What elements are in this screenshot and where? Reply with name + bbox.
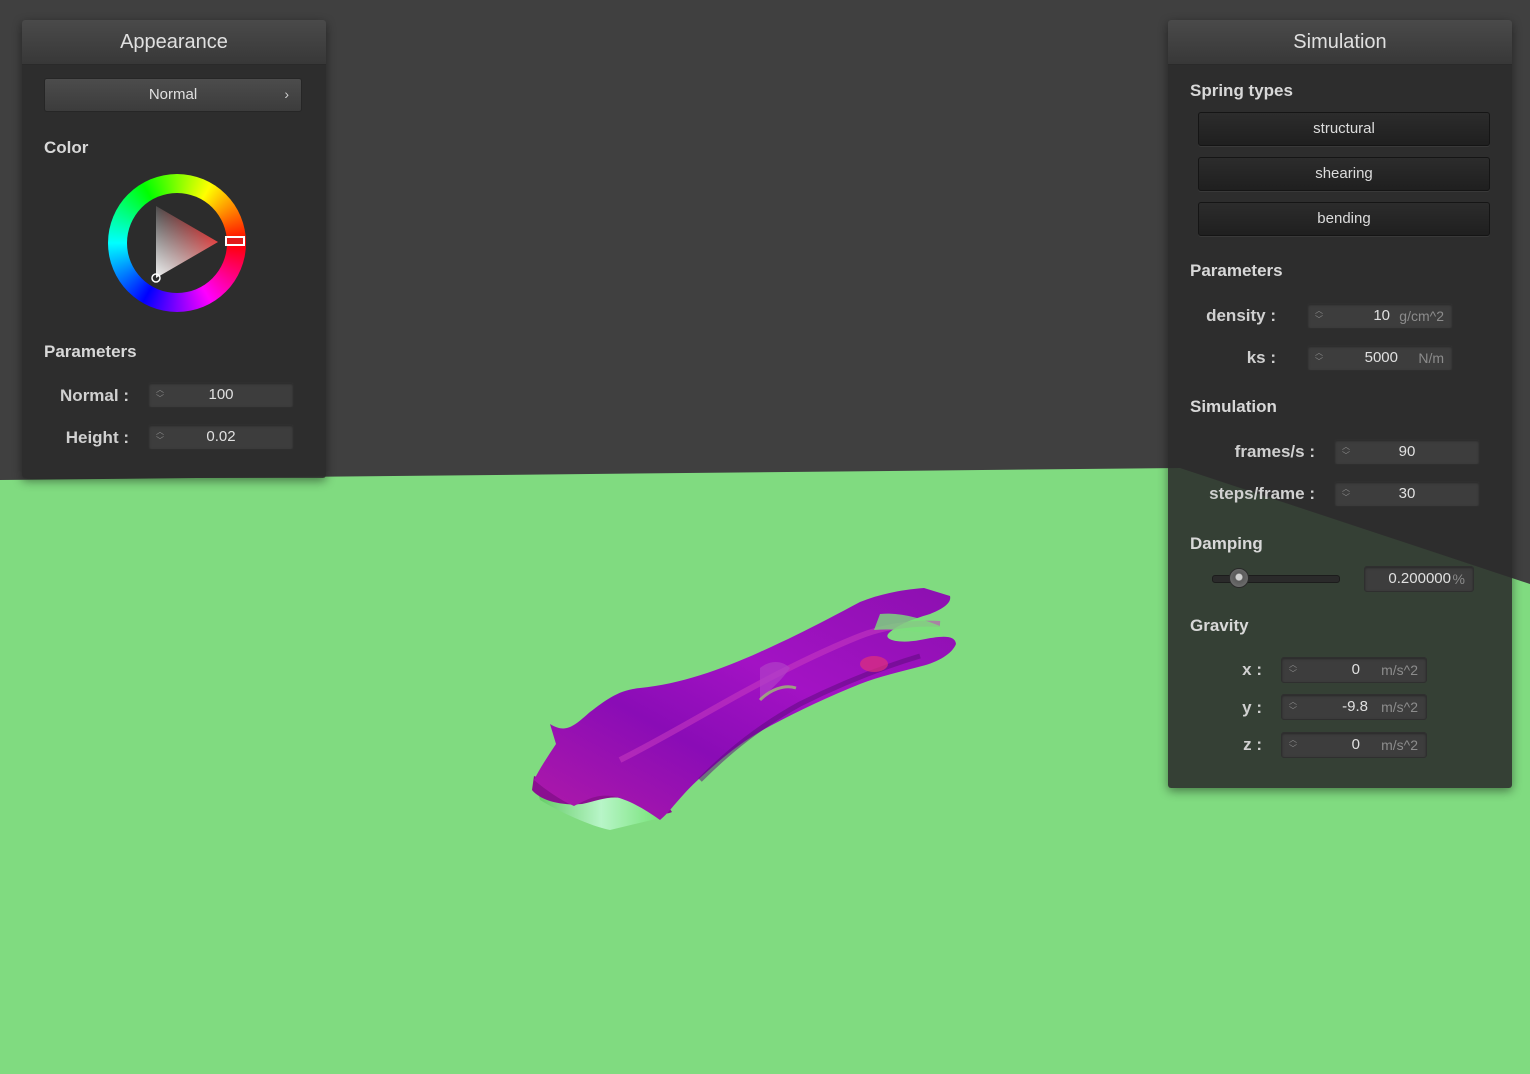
hue-handle[interactable] — [225, 236, 245, 246]
density-label: density : — [1206, 306, 1276, 325]
gravity-x-label: x : — [1242, 660, 1262, 679]
ks-label: ks : — [1246, 348, 1276, 367]
steps-input[interactable]: ︿ ﹀ 30 — [1334, 481, 1480, 507]
damping-unit: % — [1452, 571, 1465, 587]
gravity-y-unit: m/s^2 — [1381, 699, 1418, 715]
simulation-panel: Simulation Spring types structural shear… — [1168, 20, 1512, 788]
chevron-right-icon: › — [284, 86, 289, 102]
shader-select[interactable]: Normal › — [44, 78, 302, 112]
spinner-arrows-icon[interactable]: ︿ ﹀ — [1288, 735, 1298, 755]
steps-value: 30 — [1398, 485, 1416, 502]
density-unit: g/cm^2 — [1399, 308, 1444, 324]
damping-label: Damping — [1190, 534, 1263, 553]
gravity-x-input[interactable]: ︿ ﹀ 0 m/s^2 — [1281, 657, 1427, 683]
spring-types-label: Spring types — [1190, 81, 1293, 100]
spinner-arrows-icon[interactable]: ︿ ﹀ — [1288, 697, 1298, 717]
normal-input[interactable]: ︿ ﹀ 100 — [148, 382, 294, 408]
height-value: 0.02 — [206, 428, 236, 445]
gravity-z-unit: m/s^2 — [1381, 737, 1418, 753]
damping-slider-knob[interactable] — [1228, 568, 1249, 588]
bending-button[interactable]: bending — [1198, 202, 1490, 236]
appearance-panel-title: Appearance — [22, 20, 326, 65]
color-label: Color — [44, 138, 89, 157]
gravity-label: Gravity — [1190, 616, 1249, 635]
gravity-x-unit: m/s^2 — [1381, 662, 1418, 678]
normal-label: Normal : — [60, 386, 129, 405]
damping-value: 0.200000 — [1388, 570, 1451, 587]
shader-select-value: Normal — [148, 86, 198, 103]
gravity-y-input[interactable]: ︿ ﹀ -9.8 m/s^2 — [1281, 694, 1427, 720]
density-input[interactable]: ︿ ﹀ 10 g/cm^2 — [1307, 303, 1453, 329]
gravity-y-label: y : — [1242, 698, 1262, 717]
density-value: 10 — [1373, 307, 1390, 324]
normal-value: 100 — [208, 386, 234, 403]
appearance-parameters-label: Parameters — [44, 342, 137, 361]
structural-button[interactable]: structural — [1198, 112, 1490, 146]
appearance-panel: Appearance Normal › Color Parameters Nor… — [22, 20, 326, 478]
ks-unit: N/m — [1418, 350, 1444, 366]
gravity-x-value: 0 — [1351, 661, 1360, 678]
gravity-y-value: -9.8 — [1342, 698, 1368, 715]
damping-input[interactable]: 0.200000 % — [1364, 566, 1474, 592]
simulation-panel-title: Simulation — [1168, 20, 1512, 65]
gravity-z-input[interactable]: ︿ ﹀ 0 m/s^2 — [1281, 732, 1427, 758]
color-wheel[interactable] — [108, 174, 246, 312]
height-label: Height : — [65, 428, 129, 447]
simulation-parameters-label: Parameters — [1190, 261, 1283, 280]
height-input[interactable]: ︿ ﹀ 0.02 — [148, 424, 294, 450]
spinner-arrows-icon[interactable]: ︿ ﹀ — [1314, 348, 1324, 368]
gravity-z-value: 0 — [1351, 736, 1360, 753]
shearing-button[interactable]: shearing — [1198, 157, 1490, 191]
ks-value: 5000 — [1364, 349, 1398, 366]
simulation-section-label: Simulation — [1190, 397, 1277, 416]
fps-value: 90 — [1398, 443, 1416, 460]
fps-label: frames/s : — [1234, 442, 1315, 461]
spinner-arrows-icon[interactable]: ︿ ﹀ — [1288, 660, 1298, 680]
spinner-arrows-icon[interactable]: ︿ ﹀ — [1314, 306, 1324, 326]
ks-input[interactable]: ︿ ﹀ 5000 N/m — [1307, 345, 1453, 371]
fps-input[interactable]: ︿ ﹀ 90 — [1334, 439, 1480, 465]
gravity-z-label: z : — [1243, 735, 1262, 754]
damping-slider[interactable] — [1212, 568, 1340, 588]
steps-label: steps/frame : — [1209, 484, 1315, 503]
